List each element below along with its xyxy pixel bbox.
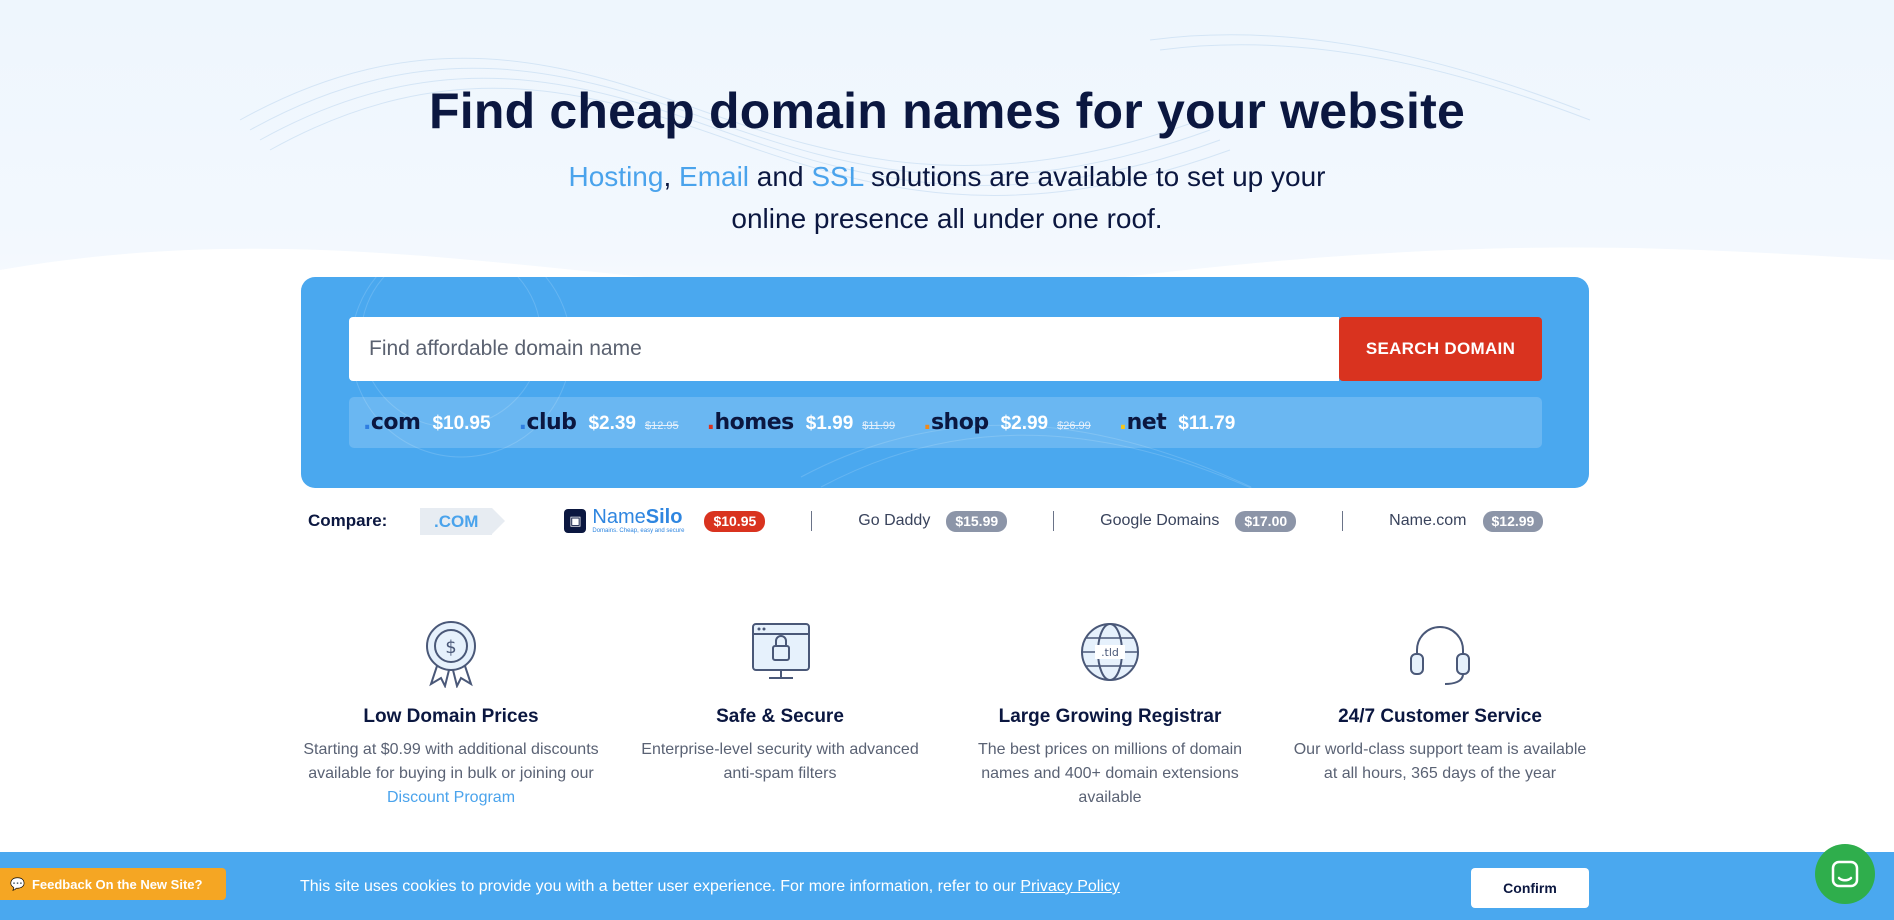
compare-label: Compare: [308, 511, 388, 530]
features-section: $ Low Domain Prices Starting at $0.99 wi… [301, 618, 1589, 818]
competitor-price-badge: $15.99 [946, 510, 1008, 532]
divider [1342, 511, 1344, 531]
competitor-name: Name.com [1389, 512, 1467, 529]
namesilo-price-badge: $10.95 [704, 510, 766, 532]
namesilo-name-a: Name [592, 506, 646, 528]
namesilo-logo: ▣ NameSilo Domains. Cheap, easy and secu… [564, 507, 684, 535]
search-input-wrapper [349, 317, 1339, 381]
price-badge-icon: $ [426, 621, 476, 688]
namesilo-name-b: Silo [645, 506, 683, 528]
tld-price: $11.79 [1178, 413, 1236, 434]
domain-search-panel: SEARCH DOMAIN .com $10.95 .club $2.39 $1… [301, 277, 1589, 488]
tld-item-homes[interactable]: .homes $1.99 $11.99 [707, 410, 895, 435]
ssl-link[interactable]: SSL [811, 161, 863, 192]
secure-browser-icon [752, 623, 810, 679]
divider [811, 511, 813, 531]
namesilo-tagline: Domains. Cheap, easy and secure [592, 528, 685, 534]
tld-price: $10.95 [432, 413, 491, 434]
tld-price-bar: .com $10.95 .club $2.39 $12.95 .homes $1… [349, 397, 1542, 448]
feature-customer-service: 24/7 Customer Service Our world-class su… [1290, 618, 1590, 786]
chat-icon [1831, 860, 1859, 888]
feature-description: Our world-class support team is availabl… [1293, 741, 1587, 782]
search-domain-button[interactable]: SEARCH DOMAIN [1339, 317, 1542, 381]
competitor-name: Go Daddy [858, 512, 931, 529]
feature-description: Starting at $0.99 with additional discou… [303, 741, 599, 806]
page-title: Find cheap domain names for your website [429, 83, 1465, 139]
price-compare-row: Compare: .COM ▣ NameSilo Domains. Cheap,… [308, 505, 1584, 537]
subtitle-separator: , [663, 161, 680, 192]
tld-name: .net [1118, 410, 1167, 435]
domain-search-input[interactable] [349, 317, 1339, 381]
svg-text:.tld: .tld [1101, 646, 1119, 659]
cookie-consent-bar: This site uses cookies to provide you wi… [0, 852, 1894, 920]
tld-old-price: $26.99 [1057, 420, 1091, 432]
globe-tld-icon: .tld [1081, 623, 1139, 681]
feature-description: Enterprise-level security with advanced … [641, 741, 919, 782]
live-chat-button[interactable] [1815, 844, 1875, 904]
subtitle-and: and [749, 161, 812, 192]
tld-price: $1.99 [805, 413, 854, 434]
privacy-policy-link[interactable]: Privacy Policy [1020, 878, 1120, 895]
cookie-confirm-button[interactable]: Confirm [1471, 868, 1589, 908]
discount-program-link[interactable]: Discount Program [387, 789, 515, 806]
tld-price: $2.99 [1000, 413, 1049, 434]
competitor-price-badge: $12.99 [1482, 510, 1544, 532]
feedback-label: Feedback On the New Site? [31, 876, 203, 892]
svg-text:$: $ [445, 637, 456, 658]
tld-name: .shop [923, 410, 989, 435]
email-link[interactable]: Email [679, 161, 749, 192]
feature-registrar: .tld Large Growing Registrar The best pr… [960, 618, 1260, 810]
tld-item-net[interactable]: .net $11.79 [1119, 410, 1236, 435]
tld-price: $2.39 [588, 413, 636, 434]
feature-safe-secure: Safe & Secure Enterprise-level security … [630, 618, 930, 786]
tld-old-price: $12.95 [644, 420, 679, 432]
tld-old-price: $11.99 [862, 420, 896, 432]
tld-name: .club [518, 410, 577, 435]
panel-swirl-decoration [350, 277, 1253, 488]
divider [1053, 511, 1055, 531]
chat-bubble-icon: 💬 [10, 877, 25, 891]
headset-icon [1410, 626, 1470, 685]
tld-item-shop[interactable]: .shop $2.99 $26.99 [923, 410, 1091, 435]
feature-title: Low Domain Prices [363, 706, 539, 727]
compare-tld-tag: .COM [420, 507, 506, 535]
tld-item-club[interactable]: .club $2.39 $12.95 [519, 410, 679, 435]
hosting-link[interactable]: Hosting [569, 161, 664, 192]
feature-description: The best prices on millions of domain na… [977, 741, 1243, 806]
hero-subtitle: Hosting, Email and SSL solutions are ava… [547, 156, 1347, 240]
cookie-message: This site uses cookies to provide you wi… [300, 878, 1120, 895]
competitor-price-badge: $17.00 [1235, 510, 1297, 532]
competitor-name: Google Domains [1100, 512, 1220, 529]
feature-title: 24/7 Customer Service [1338, 706, 1542, 727]
feature-title: Large Growing Registrar [998, 706, 1222, 727]
tld-item-com[interactable]: .com $10.95 [363, 410, 491, 435]
feature-title: Safe & Secure [716, 706, 844, 727]
tld-name: .homes [706, 410, 795, 435]
namesilo-logo-icon: ▣ [564, 509, 587, 533]
tld-name: .com [363, 410, 421, 435]
feedback-tab[interactable]: 💬 Feedback On the New Site? [0, 868, 226, 900]
feature-low-prices: $ Low Domain Prices Starting at $0.99 wi… [301, 618, 601, 810]
